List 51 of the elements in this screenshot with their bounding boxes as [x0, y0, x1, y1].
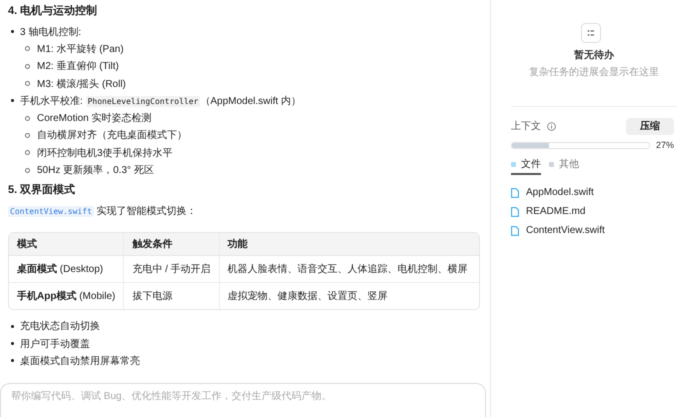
bullet-icon: [11, 324, 14, 328]
bullet-icon: [25, 81, 30, 86]
list-icon: [580, 23, 600, 43]
list-item-text: 闭环控制电机3使手机保持水平: [37, 146, 173, 160]
list-item-text: M1: 水平旋转 (Pan): [37, 42, 124, 56]
column-header: 触发条件: [123, 232, 219, 256]
bullet-icon: [11, 99, 14, 102]
list-item-text: 充电状态自动切换: [20, 320, 100, 334]
bullet-icon: [11, 30, 14, 34]
list-item-text: 自动横屏对齐（充电桌面模式下）: [37, 128, 187, 142]
list-item-text: 手机水平校准: PhoneLevelingController （AppModel.swift 内）: [20, 94, 301, 108]
paragraph: ContentView.swift 实现了智能模式切换：: [8, 204, 198, 219]
compress-button[interactable]: 压缩: [626, 118, 674, 134]
table-cell: 手机App模式 (Mobile): [9, 282, 124, 309]
bullet-icon: [25, 116, 30, 121]
list-item-text: M2: 垂直俯仰 (Tilt): [37, 60, 119, 74]
message-input[interactable]: 帮你编写代码、调试 Bug、优化性能等开发工作，交付生产级代码产物。: [0, 383, 486, 417]
table-cell: 虚拟宠物、健康数据、设置页、竖屏: [218, 282, 479, 309]
bullet-icon: [25, 168, 30, 173]
list-item-text: M3: 横滚/摇头 (Roll): [37, 78, 126, 91]
context-label: 上下文: [511, 120, 541, 133]
file-name[interactable]: AppModel.swift: [526, 187, 594, 198]
bullet-icon: [11, 342, 14, 346]
list-item-text: 桌面模式自动禁用屏幕常亮: [20, 354, 140, 368]
list-item-text: CoreMotion 实时姿态检测: [37, 112, 152, 126]
usage-reading: 27%: [656, 140, 674, 150]
column-header: 功能: [218, 232, 479, 256]
file-name[interactable]: README.md: [526, 206, 586, 217]
table-cell-text: 桌面模式 (Desktop): [16, 262, 104, 277]
context-tab[interactable]: 文件: [511, 157, 541, 175]
bullet-icon: [25, 46, 30, 52]
tab-label: 其他: [559, 158, 579, 171]
table-cell: 充电中 / 手动开启: [123, 256, 219, 282]
table-cell: 机器人脸表情、语音交互、人体追踪、电机控制、横屏: [218, 256, 479, 282]
section-heading: 4. 电机与运动控制: [8, 4, 98, 19]
context-tab[interactable]: 其他: [549, 157, 579, 175]
bullet-icon: [11, 359, 14, 362]
list-item-text: 50Hz 更新频率，0.3° 死区: [37, 164, 154, 178]
table-cell: 拔下电源: [123, 282, 219, 309]
tab-label: 文件: [521, 158, 541, 171]
section-heading: 5. 双界面模式: [8, 182, 76, 198]
empty-subtitle: 复杂任务的进展会显示在这里: [529, 66, 659, 79]
column-header: 模式: [9, 232, 124, 256]
bullet-icon: [25, 64, 30, 69]
empty-title: 暂无待办: [574, 48, 614, 62]
bullet-icon: [25, 150, 30, 156]
list-item-text: 用户可手动覆盖: [20, 338, 90, 351]
bullet-icon: [25, 132, 30, 138]
file-name[interactable]: ContentView.swift: [526, 225, 605, 236]
info-icon[interactable]: [547, 122, 556, 130]
list-item-text: 3 轴电机控制:: [20, 26, 82, 39]
